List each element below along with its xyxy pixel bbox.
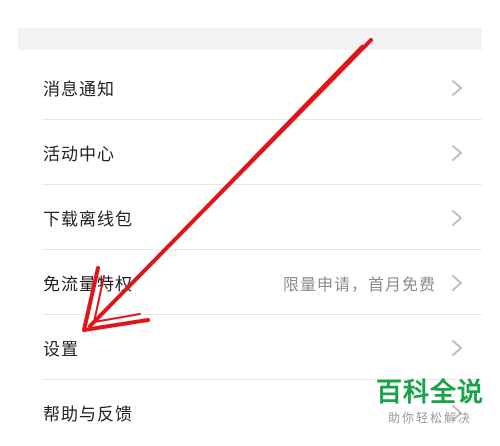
- chevron-right-icon: [452, 339, 462, 356]
- menu-item-label: 消息通知: [43, 80, 115, 100]
- menu-item-activity-center[interactable]: 活动中心: [18, 120, 482, 185]
- menu-item-settings[interactable]: 设置: [18, 315, 482, 380]
- menu-item-label: 活动中心: [43, 145, 115, 165]
- menu-item-notifications[interactable]: 消息通知: [18, 55, 482, 120]
- watermark-brand: 百科全说: [375, 378, 484, 408]
- menu-item-label: 下载离线包: [43, 210, 133, 230]
- chevron-right-icon: [452, 274, 462, 291]
- chevron-right-icon: [452, 79, 462, 96]
- menu-item-value: 限量申请，首月免费: [282, 274, 436, 294]
- watermark-logo: 百科全说 助你轻松解决: [370, 376, 490, 440]
- menu-item-label: 帮助与反馈: [43, 405, 133, 425]
- chevron-right-icon: [452, 144, 462, 161]
- menu-item-label: 设置: [43, 340, 79, 360]
- settings-screen: 消息通知 活动中心 下载离线包 免流量特权 限量申请，首月免费 设置 帮助与反馈…: [0, 0, 500, 446]
- menu-item-offline-download[interactable]: 下载离线包: [18, 185, 482, 250]
- section-gap: [18, 28, 482, 50]
- chevron-right-icon: [452, 209, 462, 226]
- menu-item-free-data[interactable]: 免流量特权 限量申请，首月免费: [18, 250, 482, 315]
- menu-item-label: 免流量特权: [43, 275, 133, 295]
- watermark-tagline: 助你轻松解决: [387, 411, 472, 425]
